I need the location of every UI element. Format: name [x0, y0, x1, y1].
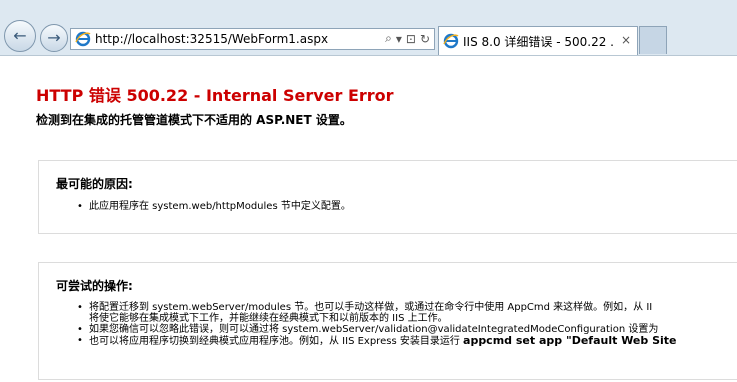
list-item: • 也可以将应用程序切换到经典模式应用程序池。例如，从 IIS Express … [77, 334, 677, 347]
new-tab-button[interactable] [639, 26, 667, 54]
actions-list: • 将配置迁移到 system.webServer/modules 节。也可以手… [77, 302, 677, 347]
address-bar[interactable]: http://localhost:32515/WebForm1.aspx ⌕ ▾… [70, 28, 435, 50]
refresh-icon[interactable]: ↻ [420, 32, 430, 46]
list-item: • 将配置迁移到 system.webServer/modules 节。也可以手… [77, 302, 677, 324]
error-title: HTTP 错误 500.22 - Internal Server Error [36, 86, 394, 105]
cause-text: 此应用程序在 system.web/httpModules 节中定义配置。 [89, 201, 351, 212]
dropdown-icon[interactable]: ▾ [396, 32, 402, 46]
forward-button[interactable]: → [40, 24, 68, 52]
ie-tab-icon [443, 33, 459, 49]
error-subtitle: 检测到在集成的托管管道模式下不适用的 ASP.NET 设置。 [36, 113, 352, 127]
bullet-icon: • [77, 201, 83, 212]
causes-list: • 此应用程序在 system.web/httpModules 节中定义配置。 [77, 201, 351, 212]
bullet-icon: • [77, 302, 83, 313]
tab-title: IIS 8.0 详细错误 - 500.22 ... [463, 34, 615, 49]
action-text: 也可以将应用程序切换到经典模式应用程序池。例如，从 IIS Express 安装… [89, 336, 464, 347]
forward-arrow-icon: → [47, 28, 61, 47]
close-tab-icon[interactable]: × [621, 33, 631, 47]
causes-heading: 最可能的原因: [56, 177, 133, 191]
command-text: appcmd set app "Default Web Site [463, 334, 677, 347]
url-text[interactable]: http://localhost:32515/WebForm1.aspx [95, 32, 328, 46]
back-arrow-icon: ← [13, 26, 27, 45]
search-icon[interactable]: ⌕ [385, 31, 392, 46]
page-content: HTTP 错误 500.22 - Internal Server Error 检… [0, 56, 737, 382]
browser-toolbar: ← → http://localhost:32515/WebForm1.aspx… [0, 0, 737, 56]
actions-heading: 可尝试的操作: [56, 279, 133, 293]
bullet-icon: • [77, 335, 83, 346]
tab-active[interactable]: IIS 8.0 详细错误 - 500.22 ... × [438, 26, 638, 55]
compatibility-view-icon[interactable]: ⊡ [406, 32, 416, 46]
back-button[interactable]: ← [4, 20, 36, 52]
action-text-line: 将使它能够在集成模式下工作，并能继续在经典模式下和以前版本的 IIS 上工作。 [89, 313, 448, 324]
action-text-line: 将配置迁移到 system.webServer/modules 节。也可以手动这… [89, 302, 653, 313]
list-item: • 此应用程序在 system.web/httpModules 节中定义配置。 [77, 201, 351, 212]
actions-panel: 可尝试的操作: • 将配置迁移到 system.webServer/module… [38, 262, 737, 380]
bullet-icon: • [77, 324, 83, 335]
ie-logo-icon [75, 31, 91, 47]
causes-panel: 最可能的原因: • 此应用程序在 system.web/httpModules … [38, 160, 737, 234]
